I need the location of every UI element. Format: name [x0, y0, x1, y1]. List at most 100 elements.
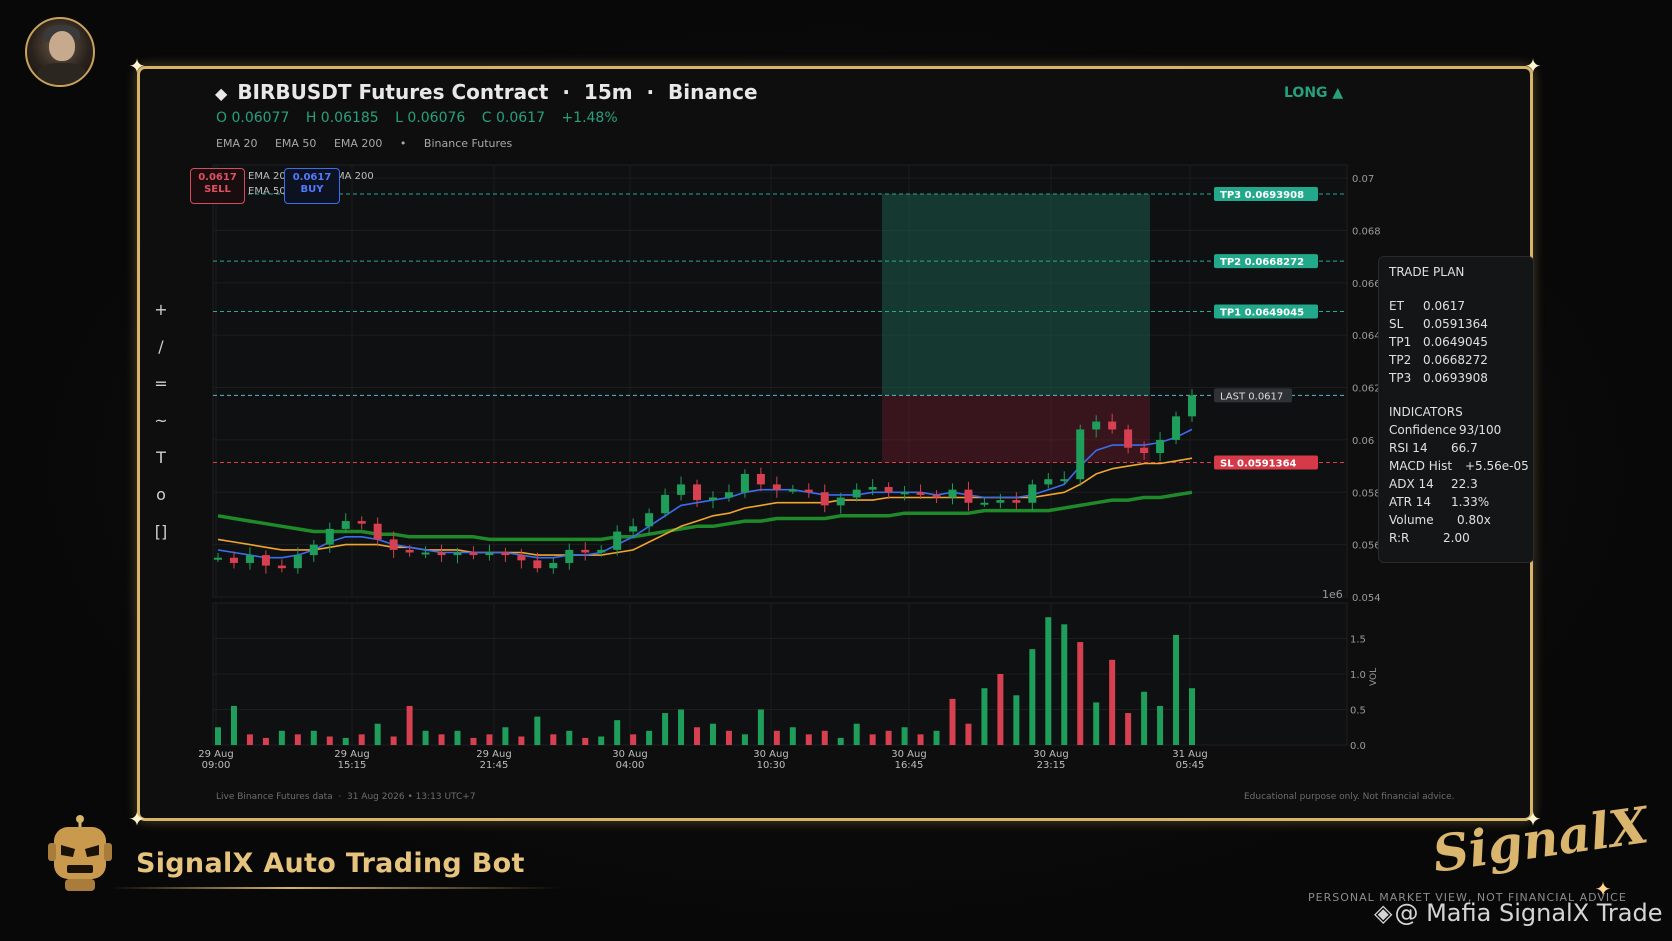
volume-bar [1045, 617, 1052, 745]
price-tick-label: 0.07 [1352, 174, 1374, 185]
indicators-title: INDICATORS [1389, 405, 1463, 419]
volume-bar [1173, 634, 1180, 745]
buy-button[interactable]: 0.0617 BUY [284, 168, 340, 204]
plan-key: ET [1389, 299, 1404, 313]
candle-body [357, 521, 366, 524]
candle-body [1076, 429, 1085, 480]
volume-bar [1029, 649, 1036, 745]
candle-body [900, 492, 909, 495]
candle-body [980, 502, 989, 505]
trade-plan-title: TRADE PLAN [1389, 265, 1465, 279]
candle-body [421, 552, 430, 555]
mini-legend-ema50: EMA 50 [248, 186, 286, 197]
candle-body [277, 565, 286, 569]
volume-bar [869, 734, 876, 745]
volume-bar [773, 730, 780, 745]
x-tick-label: 29 Aug [476, 749, 511, 760]
buy-price: 0.0617 [292, 172, 332, 183]
indicator-key: ADX 14 [1389, 477, 1434, 491]
indicator-row: ATR 14 1.33% [1389, 495, 1523, 513]
candle-body [1188, 395, 1196, 417]
volume-bar [215, 727, 221, 745]
volume-bar [422, 730, 429, 745]
volume-bar [438, 734, 445, 745]
volume-bar [741, 734, 748, 745]
indicator-value: +5.56e-05 [1465, 459, 1529, 473]
bot-brand-name: SignalX Auto Trading Bot [136, 848, 525, 879]
volume-tick-label: 1.5 [1350, 635, 1366, 646]
volume-bar [678, 709, 685, 745]
candle-body [693, 484, 702, 501]
trade-plan-panel: TRADE PLAN ET 0.0617 SL 0.0591364 TP1 0.064… [1378, 256, 1534, 563]
candle-body [964, 489, 973, 503]
volume-bar [486, 734, 493, 745]
x-tick-label: 05:45 [1176, 760, 1205, 771]
sell-price: 0.0617 [198, 172, 237, 183]
volume-bar [1157, 705, 1164, 745]
plan-row: ET 0.0617 [1389, 299, 1523, 317]
volume-bar [917, 734, 924, 745]
candle-body [772, 484, 781, 490]
candle-body [724, 492, 733, 498]
candle-body [341, 521, 350, 529]
volume-bar [550, 734, 557, 745]
volume-bar [1141, 691, 1148, 745]
volume-bar [1093, 702, 1100, 745]
indicator-key: MACD Hist [1389, 459, 1453, 473]
volume-bar [694, 727, 701, 745]
x-tick-label: 30 Aug [1033, 749, 1068, 760]
plan-value: 0.0693908 [1423, 371, 1488, 385]
price-tick-label: 0.06 [1352, 436, 1374, 447]
volume-bar [757, 709, 764, 745]
sell-button[interactable]: 0.0617 SELL [190, 168, 245, 204]
candle-body [613, 531, 622, 550]
candle-body [1172, 416, 1181, 440]
volume-bar [1125, 713, 1132, 745]
candle-body [1140, 447, 1149, 453]
volume-bar [358, 734, 365, 745]
candle-body [740, 473, 749, 493]
indicator-key: R:R [1389, 531, 1410, 545]
x-tick-label: 29 Aug [334, 749, 369, 760]
price-tick-label: 0.062 [1352, 384, 1381, 395]
candle-body [501, 552, 510, 556]
candle-body [645, 513, 654, 527]
price-pane [212, 164, 1348, 598]
volume-bar [326, 736, 333, 745]
volume-bar [374, 723, 381, 745]
mini-legend-ema20: EMA 20 [248, 171, 286, 182]
tp3-level-label: TP3 0.0693908 [1220, 190, 1304, 201]
volume-bar [390, 736, 397, 745]
plan-value: 0.0617 [1423, 299, 1465, 313]
volume-bar [566, 730, 573, 745]
candle-body [677, 484, 686, 495]
indicator-value: 0.80x [1457, 513, 1491, 527]
volume-bar [518, 736, 525, 745]
x-tick-label: 30 Aug [891, 749, 926, 760]
volume-bar [709, 723, 716, 745]
plan-key: TP3 [1389, 371, 1412, 385]
candle-body [932, 494, 941, 498]
volume-bar [246, 734, 253, 745]
candle-body [916, 492, 925, 495]
indicator-row: RSI 14 66.7 [1389, 441, 1523, 459]
volume-axis-label: VOL [1369, 668, 1379, 686]
candle-body [565, 549, 574, 563]
indicator-row: Confidence 93/100 [1389, 423, 1523, 441]
candle-body [325, 528, 334, 545]
sell-label: SELL [204, 184, 231, 195]
volume-tick-label: 1.0 [1350, 670, 1366, 681]
indicator-key: ATR 14 [1389, 495, 1432, 509]
candle-body [1044, 479, 1053, 485]
price-tick-label: 0.058 [1352, 488, 1381, 499]
x-tick-label: 10:30 [757, 760, 786, 771]
x-tick-label: 23:15 [1037, 760, 1066, 771]
volume-bar [949, 698, 956, 745]
candle-body [804, 489, 813, 493]
volume-bar [646, 730, 653, 745]
indicator-row: R:R 2.00 [1389, 531, 1523, 549]
mini-legend-ma200: MA 200 [336, 171, 374, 182]
candle-body [788, 489, 797, 492]
candle-body [581, 549, 590, 553]
price-tick-label: 0.056 [1352, 541, 1381, 552]
